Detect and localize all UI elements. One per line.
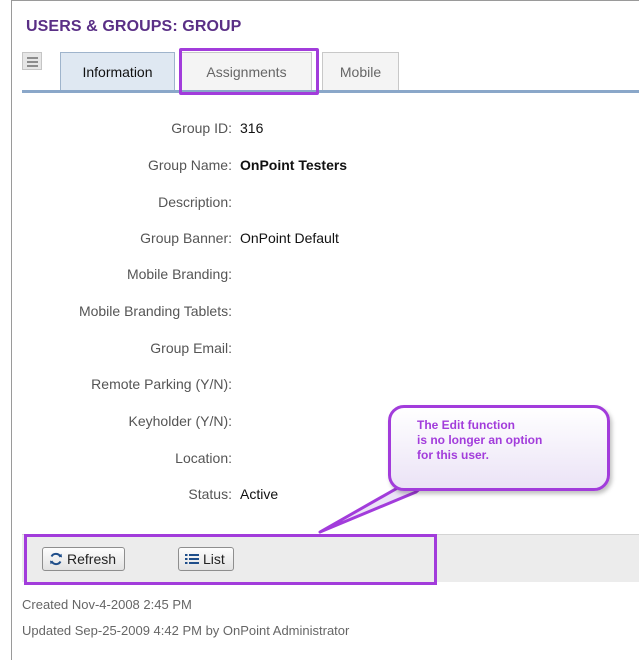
field-label: Mobile Branding:: [126, 266, 232, 282]
tab-information-label: Information: [82, 63, 153, 80]
field-mobile-branding-tablets: Mobile Branding Tablets:: [0, 303, 639, 323]
field-value: OnPoint Default: [240, 230, 339, 246]
field-value: OnPoint Testers: [240, 157, 348, 173]
tab-bar: Information Assignments Mobile: [22, 49, 639, 93]
field-label: Description:: [158, 194, 232, 210]
field-group-id: Group ID: 316: [0, 120, 639, 140]
field-value: 316: [240, 120, 264, 136]
tab-mobile-label: Mobile: [339, 63, 382, 80]
page-title: USERS & GROUPS: GROUP: [26, 18, 242, 35]
field-label: Location:: [175, 450, 232, 466]
assignments-highlight-box: [179, 48, 319, 95]
field-remote-parking: Remote Parking (Y/N):: [0, 376, 639, 396]
updated-timestamp: Updated Sep-25-2009 4:42 PM by OnPoint A…: [22, 623, 350, 638]
field-group-banner: Group Banner: OnPoint Default: [0, 230, 639, 250]
toolbar-highlight-box: [24, 534, 437, 585]
field-group-email: Group Email:: [0, 340, 639, 360]
field-label: Group ID:: [171, 120, 232, 136]
field-label: Keyholder (Y/N):: [128, 413, 232, 429]
field-label: Status:: [188, 486, 232, 502]
menu-icon[interactable]: [22, 52, 42, 70]
field-label: Group Banner:: [140, 230, 232, 246]
field-mobile-branding: Mobile Branding:: [0, 266, 639, 286]
field-label: Remote Parking (Y/N):: [91, 376, 232, 392]
annotation-callout: The Edit function is no longer an option…: [388, 405, 610, 491]
annotation-text: The Edit function is no longer an option…: [417, 418, 543, 462]
field-description: Description:: [0, 194, 639, 214]
tab-information[interactable]: Information: [60, 52, 175, 90]
field-label: Mobile Branding Tablets:: [78, 303, 232, 319]
tab-mobile[interactable]: Mobile: [322, 52, 399, 90]
created-timestamp: Created Nov-4-2008 2:45 PM: [22, 597, 192, 612]
field-label: Group Email:: [150, 340, 232, 356]
field-value: Active: [240, 486, 279, 502]
field-label: Group Name:: [147, 157, 232, 173]
field-group-name: Group Name: OnPoint Testers: [0, 157, 639, 177]
